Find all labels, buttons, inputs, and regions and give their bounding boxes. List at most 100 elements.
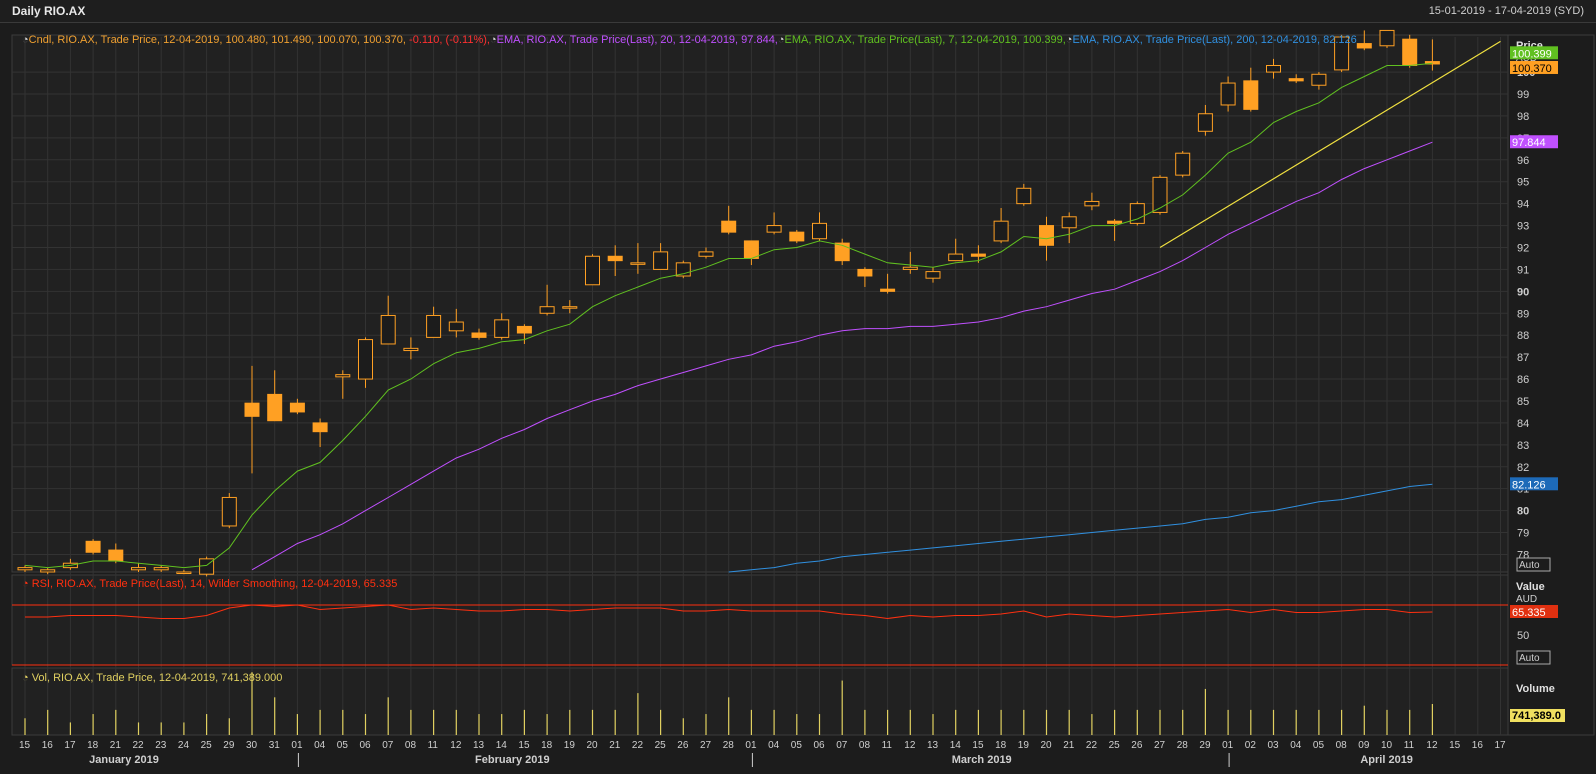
x-tick-label: 17 — [1495, 740, 1507, 751]
price-tick-label: 90 — [1517, 286, 1529, 298]
price-tick-label: 85 — [1517, 396, 1529, 408]
x-tick-label: 31 — [269, 740, 281, 751]
candle-body — [1016, 187, 1032, 205]
candle-body — [403, 347, 419, 352]
candle-body — [471, 332, 487, 338]
x-tick-label: 11 — [428, 740, 439, 751]
legend-entry: EMA, RIO.AX, Trade Price(Last), 200, 12-… — [1072, 34, 1356, 46]
price-tick-label: 94 — [1517, 199, 1529, 211]
candle-body — [448, 321, 464, 332]
legend-entry: ◔ — [1066, 34, 1073, 46]
x-tick-label: 04 — [768, 740, 780, 751]
x-tick-label: 25 — [655, 740, 667, 751]
x-tick-label: 19 — [564, 740, 576, 751]
ema200-badge: 82.126 — [1512, 479, 1546, 491]
candle-body — [131, 567, 146, 571]
candle-body — [902, 266, 918, 270]
x-tick-label: 12 — [1426, 740, 1438, 751]
candle-body — [880, 288, 896, 292]
price-tick-label: 88 — [1517, 330, 1529, 342]
legend-entry: EMA, RIO.AX, Trade Price(Last), 20, 12-0… — [497, 34, 778, 46]
x-tick-label: 21 — [1063, 740, 1075, 751]
candle-body — [630, 262, 646, 265]
x-tick-label: 18 — [995, 740, 1007, 751]
auto-label: Auto — [1519, 653, 1540, 664]
x-tick-label: 13 — [927, 740, 939, 751]
month-label: February 2019 — [475, 754, 550, 766]
x-tick-label: 02 — [1245, 740, 1257, 751]
candle-body — [948, 253, 964, 262]
x-tick-label: 19 — [1018, 740, 1030, 751]
x-tick-label: 21 — [110, 740, 122, 751]
x-tick-label: 26 — [1131, 740, 1143, 751]
rsi-tick-label: 50 — [1517, 630, 1529, 642]
candle-body — [312, 422, 328, 433]
x-tick-label: 01 — [1222, 740, 1234, 751]
x-tick-label: 01 — [745, 740, 757, 751]
x-tick-label: 01 — [291, 740, 303, 751]
x-tick-label: 03 — [1268, 740, 1280, 751]
x-tick-label: 08 — [405, 740, 417, 751]
candle-body — [1152, 176, 1168, 213]
x-tick-label: 08 — [1336, 740, 1348, 751]
candle-body — [812, 222, 827, 240]
x-tick-label: 16 — [1472, 740, 1484, 751]
chart-canvas[interactable]: 7879808182838485868788899091929394959697… — [0, 22, 1596, 774]
x-tick-label: 25 — [1109, 740, 1121, 751]
price-tick-label: 83 — [1517, 440, 1529, 452]
candle-body — [335, 374, 351, 378]
candle-body — [40, 569, 56, 573]
price-legend: ◔Cndl, RIO.AX, Trade Price, 12-04-2019, … — [22, 34, 1357, 46]
close-badge: 100.370 — [1512, 63, 1552, 75]
x-tick-label: 22 — [632, 740, 644, 751]
candle-body — [653, 251, 669, 270]
x-tick-label: 07 — [382, 740, 394, 751]
x-tick-label: 30 — [246, 740, 258, 751]
candle-body — [17, 567, 33, 571]
price-tick-label: 84 — [1517, 418, 1529, 430]
value-axis-title: Value — [1516, 581, 1545, 593]
x-tick-label: 20 — [587, 740, 599, 751]
auto-label: Auto — [1519, 560, 1540, 571]
date-range[interactable]: 15-01-2019 - 17-04-2019 (SYD) — [1429, 5, 1584, 17]
candle-body — [267, 393, 283, 422]
price-tick-label: 93 — [1517, 221, 1529, 233]
candle-body — [1175, 152, 1191, 176]
candle-body — [516, 325, 532, 334]
x-tick-label: 14 — [496, 740, 508, 751]
candle-body — [698, 251, 714, 257]
x-tick-label: 18 — [87, 740, 99, 751]
x-tick-label: 17 — [64, 740, 76, 751]
candle-body — [153, 567, 169, 571]
candle-body — [108, 549, 124, 562]
candle-body — [743, 240, 759, 259]
candle-body — [358, 339, 373, 380]
ema7-badge: 100.399 — [1512, 48, 1552, 60]
x-tick-label: 26 — [677, 740, 689, 751]
x-tick-label: 12 — [904, 740, 916, 751]
legend-entry: ◔ — [22, 34, 29, 46]
candle-body — [494, 319, 510, 338]
rsi-badge: 65.335 — [1512, 607, 1546, 619]
candle-body — [1288, 78, 1304, 82]
x-tick-label: 28 — [1177, 740, 1189, 751]
price-tick-label: 80 — [1517, 506, 1529, 518]
rsi-legend: ◔ RSI, RIO.AX, Trade Price(Last), 14, Wi… — [22, 578, 397, 590]
candle-body — [1061, 216, 1077, 229]
candle-body — [1107, 220, 1123, 224]
candle-body — [1197, 113, 1213, 132]
candle-body — [766, 225, 782, 233]
candle-body — [176, 571, 192, 574]
volume-axis-title: Volume — [1516, 683, 1555, 695]
candle-body — [970, 253, 986, 257]
candle-body — [1220, 82, 1236, 106]
x-tick-label: 15 — [19, 740, 31, 751]
x-tick-label: 27 — [700, 740, 712, 751]
price-tick-label: 98 — [1517, 111, 1529, 123]
candle-body — [562, 306, 578, 309]
candle-body — [1084, 200, 1100, 207]
x-tick-label: 07 — [836, 740, 848, 751]
x-tick-label: 11 — [1404, 740, 1415, 751]
candle-body — [1243, 80, 1259, 110]
x-tick-label: 05 — [791, 740, 803, 751]
